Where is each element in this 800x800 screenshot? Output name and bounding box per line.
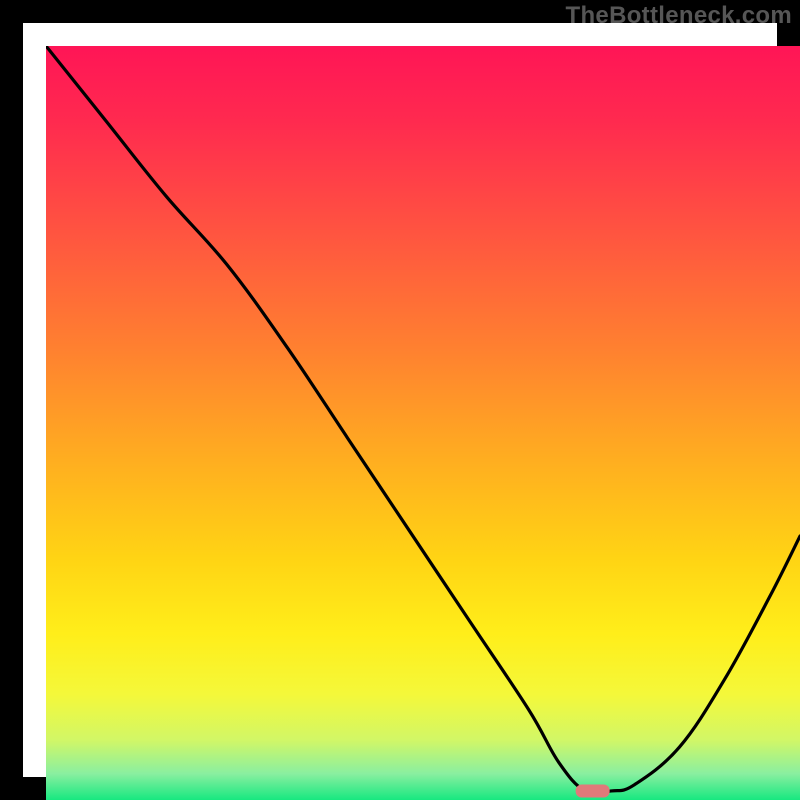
chart-svg bbox=[46, 46, 800, 800]
chart-background bbox=[46, 46, 800, 800]
chart-frame bbox=[0, 0, 800, 800]
watermark-text: TheBottleneck.com bbox=[566, 2, 792, 30]
chart-plot-area bbox=[46, 46, 800, 800]
highlight-marker bbox=[576, 784, 610, 797]
